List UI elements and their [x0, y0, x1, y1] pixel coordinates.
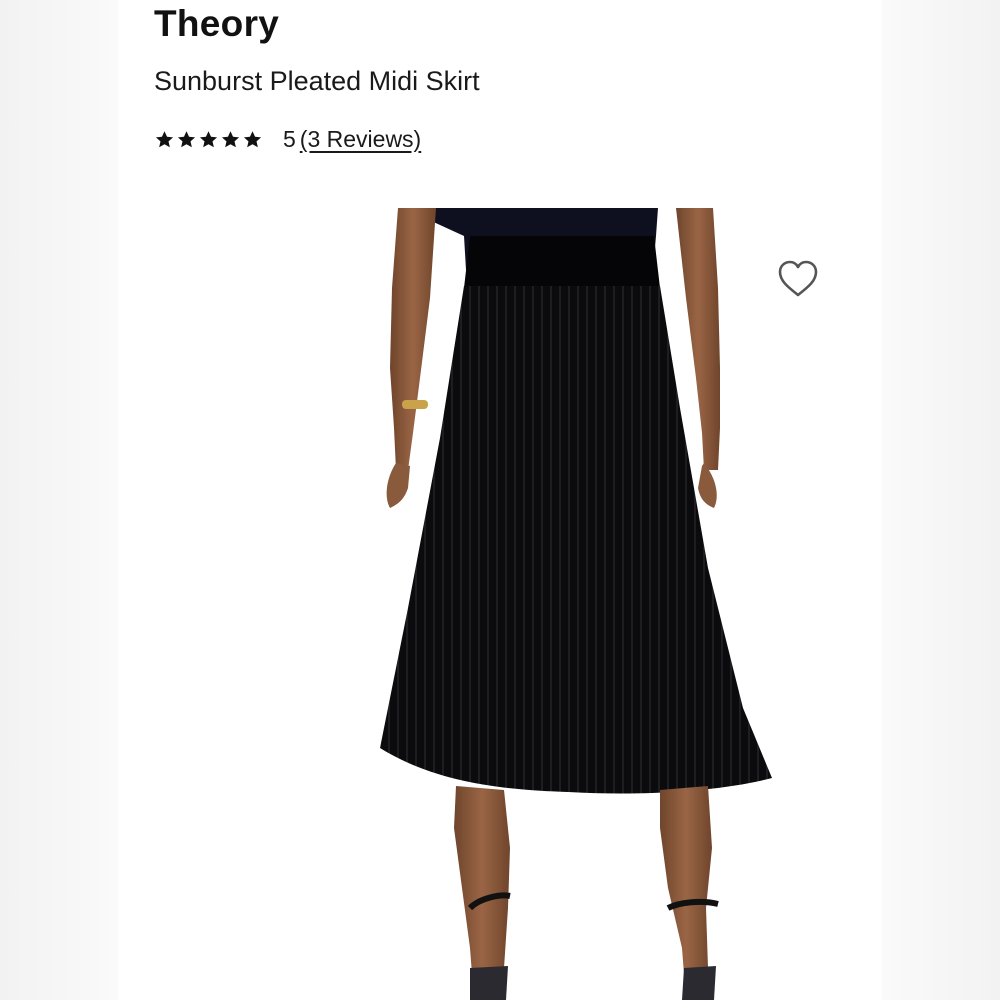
rating-value: 5	[283, 125, 296, 152]
left-shoe	[470, 966, 508, 1000]
skirt-waistband	[464, 236, 660, 288]
rating-row: 5 (3 Reviews)	[154, 122, 421, 156]
product-page: Theory Sunburst Pleated Midi Skirt 5 (3 …	[0, 0, 1000, 1000]
left-hand	[386, 463, 410, 508]
product-title: Sunburst Pleated Midi Skirt	[154, 66, 480, 96]
right-shoe	[682, 966, 716, 1000]
brand-name[interactable]: Theory	[154, 2, 279, 46]
reviews-link[interactable]: (3 Reviews)	[300, 126, 421, 153]
bracelet	[402, 400, 428, 409]
left-arm	[390, 208, 436, 470]
star-rating	[154, 129, 263, 150]
star-icon	[177, 130, 196, 147]
star-icon	[221, 130, 240, 147]
star-icon	[199, 130, 218, 147]
product-image[interactable]	[208, 208, 808, 1000]
product-card: Theory Sunburst Pleated Midi Skirt 5 (3 …	[118, 0, 882, 1000]
product-photo	[380, 208, 772, 1000]
wishlist-heart-icon[interactable]	[776, 258, 820, 300]
left-margin	[0, 0, 118, 1000]
heart-outline-icon	[778, 260, 818, 297]
right-margin	[882, 0, 1000, 1000]
star-icon	[155, 130, 174, 147]
star-icon	[243, 130, 262, 147]
